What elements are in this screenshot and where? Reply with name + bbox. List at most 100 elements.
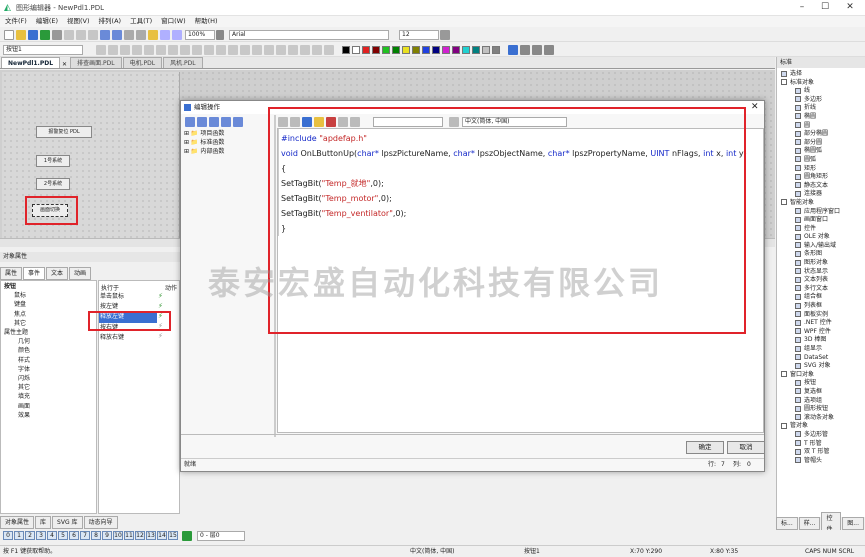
color-blue-swatch[interactable] <box>422 45 430 54</box>
layer-select[interactable]: 0 - 层0 <box>197 530 245 541</box>
snap-icon[interactable] <box>136 29 146 40</box>
color-navy-swatch[interactable] <box>432 45 440 54</box>
print-icon[interactable] <box>52 29 62 40</box>
tree-item-font[interactable]: 字体 <box>4 365 30 374</box>
color-gray-swatch[interactable] <box>492 45 500 54</box>
object-item[interactable]: 选择 <box>781 70 865 79</box>
canvas-button-alarm-reset[interactable]: 报警复位 PDL <box>36 126 92 138</box>
run-icon[interactable] <box>40 29 50 40</box>
layer-button[interactable]: 15 <box>168 531 178 540</box>
object-item[interactable]: 组显示 <box>781 345 865 354</box>
menu-edit[interactable]: 编辑(E) <box>36 16 58 27</box>
tree-tool-5-icon[interactable] <box>233 116 243 127</box>
object-item[interactable]: 智能对象 <box>781 199 865 208</box>
object-item[interactable]: 圆 <box>781 122 865 131</box>
dialog-close-icon[interactable]: ✕ <box>751 101 759 114</box>
menu-file[interactable]: 文件(F) <box>5 16 27 27</box>
object-item[interactable]: 管对象 <box>781 422 865 431</box>
close-tab-icon[interactable]: ✕ <box>62 61 67 68</box>
same-height-icon[interactable] <box>180 44 190 55</box>
layers-icon[interactable] <box>312 44 322 55</box>
tab-motor[interactable]: 电机.PDL <box>122 57 163 68</box>
font-select[interactable]: Arial <box>229 29 389 40</box>
tree-item-picture[interactable]: 画面 <box>4 402 30 411</box>
object-item[interactable]: 圆角矩形 <box>781 173 865 182</box>
object-item[interactable]: DataSet <box>781 354 865 363</box>
tab-library[interactable]: 库 <box>35 516 52 529</box>
mirror-icon[interactable] <box>288 44 298 55</box>
object-item[interactable]: 窗口对象 <box>781 371 865 380</box>
ok-button[interactable]: 确定 <box>686 441 724 454</box>
color-black-swatch[interactable] <box>342 45 350 54</box>
spread-v-icon[interactable] <box>216 44 226 55</box>
align-bottom-icon[interactable] <box>156 44 166 55</box>
maximize-button[interactable]: ☐ <box>813 1 837 14</box>
object-item[interactable]: SVG 对象 <box>781 362 865 371</box>
align-right-icon[interactable] <box>120 44 130 55</box>
object-item[interactable]: 按钮 <box>781 379 865 388</box>
object-item[interactable]: 条形图 <box>781 250 865 259</box>
object-item[interactable]: 椭圆 <box>781 113 865 122</box>
tree-project-functions[interactable]: ⊞ 📁 项目函数 <box>184 129 274 138</box>
object-select[interactable]: 按钮1 <box>3 44 83 55</box>
menu-tools[interactable]: 工具(T) <box>130 16 152 27</box>
layer-button[interactable]: 13 <box>146 531 156 540</box>
tab-styles[interactable]: 样... <box>798 517 821 530</box>
same-size-icon[interactable] <box>192 44 202 55</box>
ungroup-icon[interactable] <box>264 44 274 55</box>
color-green-swatch[interactable] <box>382 45 390 54</box>
object-item[interactable]: 标准对象 <box>781 79 865 88</box>
layer-button[interactable]: 7 <box>80 531 90 540</box>
undo-icon[interactable] <box>100 29 110 40</box>
tree-tool-2-icon[interactable] <box>197 116 207 127</box>
object-item[interactable]: 输入/输出域 <box>781 242 865 251</box>
save-icon[interactable] <box>28 29 38 40</box>
rotate-icon[interactable] <box>276 44 286 55</box>
tree-item-geometry[interactable]: 几何 <box>4 337 30 346</box>
object-item[interactable]: 多边形管 <box>781 431 865 440</box>
object-item[interactable]: 列表框 <box>781 302 865 311</box>
close-button[interactable]: ✕ <box>838 1 862 14</box>
object-item[interactable]: 线 <box>781 87 865 96</box>
color-yellow-swatch[interactable] <box>402 45 410 54</box>
tree-standard-functions[interactable]: ⊞ 📁 标准函数 <box>184 138 274 147</box>
object-item[interactable]: 3D 棒图 <box>781 336 865 345</box>
minimize-button[interactable]: – <box>790 1 814 14</box>
tab-dynamic-wizard[interactable]: 动态向导 <box>83 516 118 529</box>
open-icon[interactable] <box>16 29 26 40</box>
tab-properties[interactable]: 属性 <box>0 267 23 280</box>
tree-item-flash[interactable]: 闪烁 <box>4 374 30 383</box>
object-item[interactable]: 部分圆 <box>781 139 865 148</box>
canvas-button-switch-screen[interactable]: 画面切换 <box>32 204 68 217</box>
redo-icon[interactable] <box>112 29 122 40</box>
tree-item-keyboard[interactable]: 键盘 <box>4 300 30 309</box>
layer-button[interactable]: 1 <box>14 531 24 540</box>
tab-svg-library[interactable]: SVG 库 <box>52 516 83 529</box>
object-item[interactable]: .NET 控件 <box>781 319 865 328</box>
copy-icon[interactable] <box>76 29 86 40</box>
zoom-in-icon[interactable] <box>160 29 170 40</box>
object-item[interactable]: OLE 对象 <box>781 233 865 242</box>
tree-item-other[interactable]: 其它 <box>4 319 30 328</box>
object-item[interactable]: 状态显示 <box>781 268 865 277</box>
color-cyan-swatch[interactable] <box>462 45 470 54</box>
layer-apply-icon[interactable] <box>182 530 192 541</box>
layer-button[interactable]: 8 <box>91 531 101 540</box>
object-item[interactable]: 椭圆弧 <box>781 147 865 156</box>
object-item[interactable]: 面板实例 <box>781 311 865 320</box>
tree-tool-3-icon[interactable] <box>209 116 219 127</box>
tab-text[interactable]: 文本 <box>46 267 69 280</box>
tree-item-focus[interactable]: 焦点 <box>4 310 30 319</box>
menu-help[interactable]: 帮助(H) <box>195 16 218 27</box>
font-size-select[interactable]: 12 <box>399 29 439 40</box>
menu-view[interactable]: 视图(V) <box>67 16 90 27</box>
object-item[interactable]: 双 T 形管 <box>781 448 865 457</box>
layer-button[interactable]: 10 <box>113 531 123 540</box>
font-grow-icon[interactable] <box>440 29 450 40</box>
layer-button[interactable]: 6 <box>69 531 79 540</box>
tree-item-button[interactable]: 按钮 <box>4 282 30 291</box>
fill-color-icon[interactable] <box>520 44 530 55</box>
object-item[interactable]: 复选框 <box>781 388 865 397</box>
object-item[interactable]: 画面窗口 <box>781 216 865 225</box>
bring-front-icon[interactable] <box>228 44 238 55</box>
